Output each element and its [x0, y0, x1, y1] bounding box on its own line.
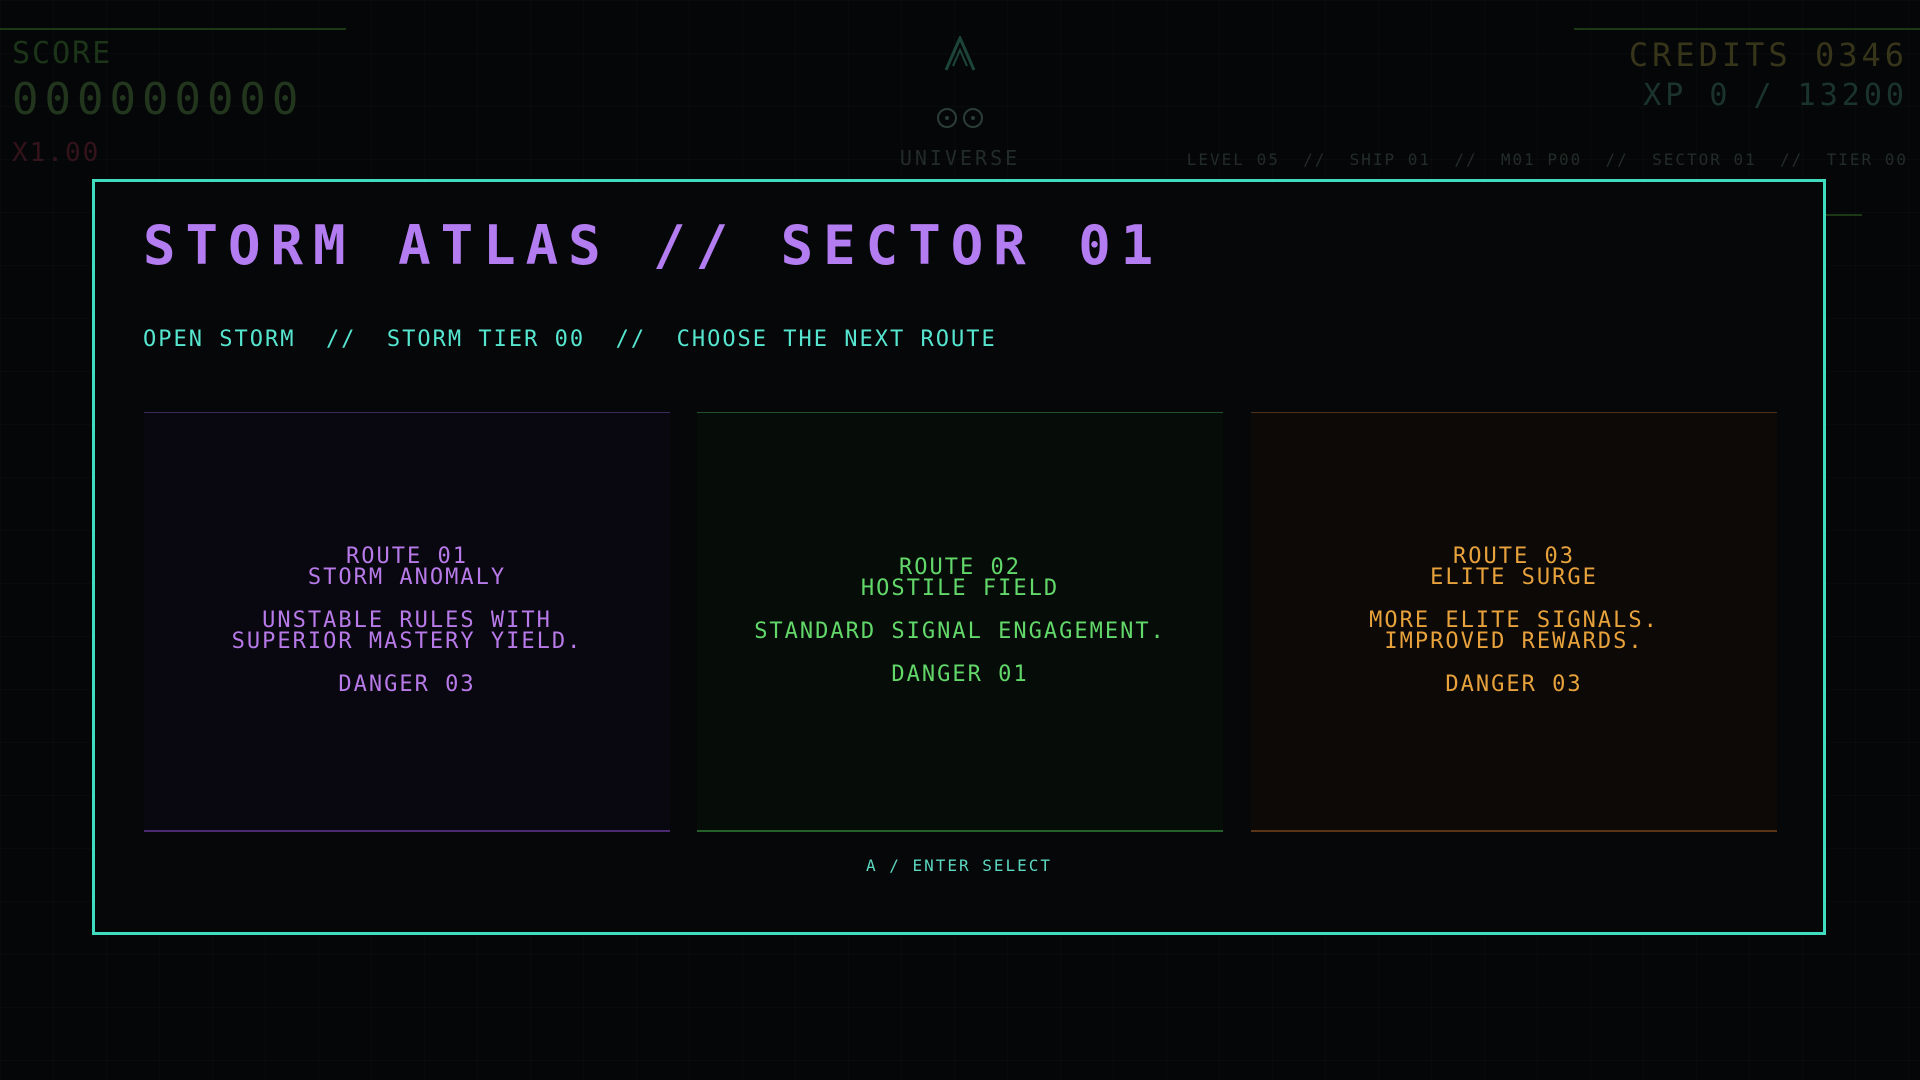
route-description: MORE ELITE SIGNALS. IMPROVED REWARDS. — [1369, 608, 1659, 654]
route-title: STORM ANOMALY — [307, 565, 507, 590]
route-number: ROUTE 03 — [1453, 544, 1575, 569]
route-danger: DANGER 01 — [891, 661, 1029, 687]
modal-subtitle: OPEN STORM // STORM TIER 00 // CHOOSE TH… — [143, 327, 997, 352]
double-orbit-icon — [937, 108, 983, 128]
ship-triangle-icon — [944, 36, 976, 71]
modal-title: STORM ATLAS // SECTOR 01 — [143, 214, 1164, 277]
route-description: UNSTABLE RULES WITH SUPERIOR MASTERY YIE… — [231, 608, 583, 654]
credits-counter: CREDITS 0346 — [1628, 36, 1908, 74]
route-title: ELITE SURGE — [1430, 565, 1598, 590]
route-description: STANDARD SIGNAL ENGAGEMENT. — [754, 618, 1166, 644]
route-card-elite-surge[interactable]: ROUTE 03 ELITE SURGE MORE ELITE SIGNALS.… — [1251, 412, 1777, 832]
route-number: ROUTE 01 — [346, 544, 468, 569]
storm-atlas-modal: STORM ATLAS // SECTOR 01 OPEN STORM // S… — [92, 179, 1826, 935]
select-hint: A / ENTER SELECT — [865, 856, 1053, 875]
route-title: HOSTILE FIELD — [860, 575, 1060, 601]
hud-divider-left — [0, 28, 346, 30]
score-label: SCORE — [12, 36, 113, 71]
xp-counter: XP 0 / 13200 — [1643, 78, 1908, 113]
universe-label: UNIVERSE — [899, 146, 1021, 170]
route-card-storm-anomaly[interactable]: ROUTE 01 STORM ANOMALY UNSTABLE RULES WI… — [144, 412, 670, 832]
route-number: ROUTE 02 — [899, 554, 1021, 580]
score-value: 000000000 — [12, 74, 305, 125]
route-card-hostile-field[interactable]: ROUTE 02 HOSTILE FIELD STANDARD SIGNAL E… — [697, 412, 1223, 832]
route-danger: DANGER 03 — [338, 672, 476, 697]
route-danger: DANGER 03 — [1445, 672, 1583, 697]
hud-divider-right — [1574, 28, 1920, 30]
